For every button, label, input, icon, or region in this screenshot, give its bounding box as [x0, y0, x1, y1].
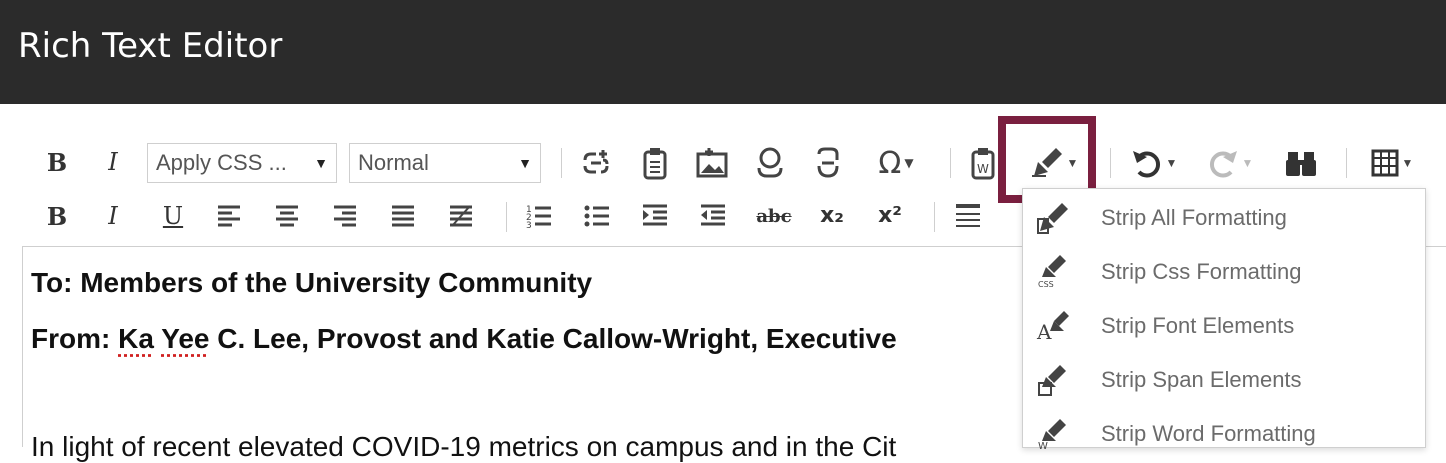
strip-span-icon — [1035, 362, 1071, 398]
editor-line-to: To: Members of the University Community — [31, 267, 592, 299]
bold-button-2[interactable]: B — [40, 198, 74, 234]
special-character-button[interactable]: Ω ▼ — [866, 144, 926, 182]
misspelled-word: Yee — [161, 323, 209, 354]
redo-icon — [1207, 147, 1239, 179]
css-class-select-value: Apply CSS ... — [156, 150, 287, 175]
numbered-list-icon[interactable]: 123 — [522, 200, 556, 232]
paragraph-style-icon[interactable] — [950, 200, 986, 232]
menu-item-strip-all[interactable]: Strip All Formatting — [1023, 191, 1425, 245]
paragraph-format-select[interactable]: Normal ▼ — [349, 143, 541, 183]
italic-button[interactable]: I — [96, 144, 130, 180]
svg-text:W: W — [1038, 441, 1048, 451]
undo-icon — [1131, 147, 1163, 179]
align-center-icon[interactable] — [270, 200, 304, 232]
superscript-button[interactable]: x² — [870, 198, 910, 232]
underline-button[interactable]: U — [156, 198, 190, 234]
toolbar-separator — [934, 202, 935, 232]
bold-button[interactable]: B — [40, 144, 74, 180]
misspelled-word: Ka — [118, 323, 154, 354]
outdent-icon[interactable] — [696, 200, 730, 232]
insert-table-button[interactable]: ▼ — [1362, 144, 1422, 182]
paste-icon[interactable] — [636, 144, 674, 182]
redo-button[interactable]: ▼ — [1200, 144, 1260, 182]
svg-text:W: W — [977, 162, 989, 176]
toolbar-separator — [1346, 148, 1347, 178]
title-bar: Rich Text Editor — [0, 0, 1446, 104]
chevron-down-icon: ▼ — [904, 156, 913, 170]
strip-formatting-menu: Strip All Formatting CSS Strip Css Forma… — [1022, 188, 1426, 448]
hyperlink-icon[interactable] — [808, 144, 848, 182]
menu-item-strip-font[interactable]: A Strip Font Elements — [1023, 299, 1425, 353]
from-rest: C. Lee, Provost and Katie Callow-Wright,… — [209, 323, 896, 354]
menu-item-label: Strip All Formatting — [1101, 205, 1287, 231]
strip-word-icon: W — [1035, 416, 1071, 452]
strip-font-icon: A — [1035, 308, 1071, 344]
subscript-button[interactable]: x₂ — [812, 198, 852, 232]
svg-text:CSS: CSS — [1038, 280, 1054, 289]
toolbar-separator — [1110, 148, 1111, 178]
editor-line-body: In light of recent elevated COVID-19 met… — [31, 431, 896, 463]
menu-item-strip-span[interactable]: Strip Span Elements — [1023, 353, 1425, 407]
strip-all-icon — [1035, 200, 1071, 236]
toolbar-separator — [506, 202, 507, 232]
find-replace-icon[interactable] — [1280, 144, 1322, 182]
menu-item-label: Strip Span Elements — [1101, 367, 1302, 393]
justify-icon[interactable] — [386, 200, 420, 232]
menu-item-strip-css[interactable]: CSS Strip Css Formatting — [1023, 245, 1425, 299]
insert-link-icon[interactable] — [576, 144, 616, 182]
align-right-icon[interactable] — [328, 200, 362, 232]
undo-button[interactable]: ▼ — [1124, 144, 1184, 182]
paragraph-format-select-value: Normal — [358, 150, 429, 175]
from-prefix: From: — [31, 323, 118, 354]
chevron-down-icon: ▼ — [314, 144, 328, 182]
svg-text:A: A — [1036, 320, 1052, 343]
editor-line-from: From: Ka Yee C. Lee, Provost and Katie C… — [31, 323, 897, 355]
strikethrough-button[interactable]: abc — [752, 200, 796, 232]
omega-icon: Ω — [878, 146, 901, 181]
svg-text:3: 3 — [526, 221, 532, 230]
italic-button-2[interactable]: I — [96, 198, 130, 234]
toolbar-separator — [950, 148, 951, 178]
remove-alignment-icon[interactable] — [444, 200, 478, 232]
chevron-down-icon: ▼ — [1242, 156, 1254, 170]
indent-icon[interactable] — [638, 200, 672, 232]
link-manager-icon[interactable] — [750, 144, 790, 182]
menu-item-label: Strip Word Formatting — [1101, 421, 1316, 447]
menu-item-label: Strip Font Elements — [1101, 313, 1294, 339]
chevron-down-icon: ▼ — [518, 144, 532, 182]
align-left-icon[interactable] — [212, 200, 246, 232]
chevron-down-icon: ▼ — [1166, 156, 1178, 170]
menu-item-label: Strip Css Formatting — [1101, 259, 1302, 285]
bullet-list-icon[interactable] — [580, 200, 614, 232]
menu-item-strip-word[interactable]: W Strip Word Formatting — [1023, 407, 1425, 461]
toolbar-separator — [561, 148, 562, 178]
table-icon — [1371, 149, 1399, 177]
strip-css-icon: CSS — [1035, 254, 1071, 290]
insert-image-icon[interactable] — [692, 144, 732, 182]
css-class-select[interactable]: Apply CSS ... ▼ — [147, 143, 337, 183]
chevron-down-icon: ▼ — [1402, 156, 1414, 170]
paste-from-word-icon[interactable]: W — [966, 144, 1000, 182]
window-title: Rich Text Editor — [18, 26, 282, 66]
